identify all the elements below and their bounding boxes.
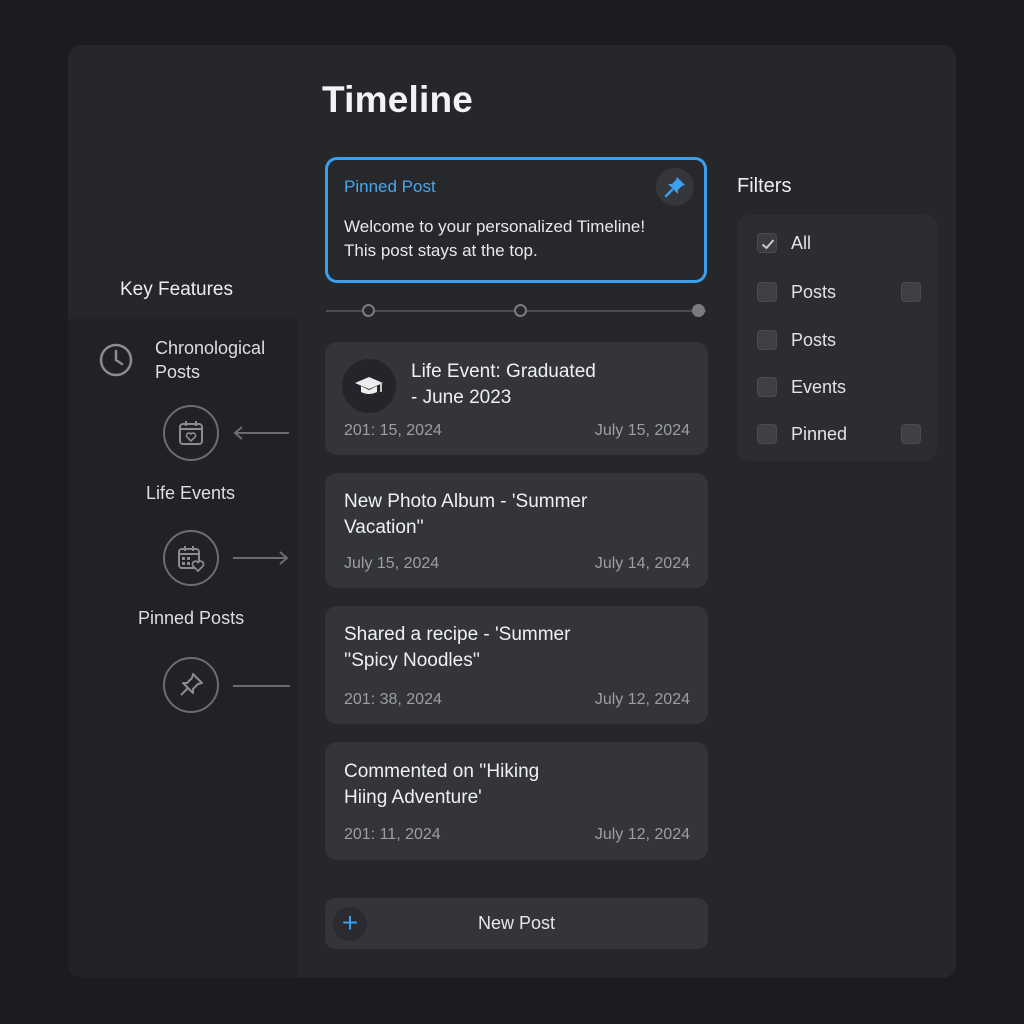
filter-secondary-checkbox[interactable] xyxy=(901,424,921,444)
timeline-post[interactable]: Shared a recipe - 'Summer ''Spicy Noodle… xyxy=(325,606,708,724)
post-title-line1: Commented on ''Hiking xyxy=(344,761,540,782)
post-date-left: 201: 15, 2024 xyxy=(344,422,442,439)
post-title-line2: ''Spicy Noodles'' xyxy=(344,650,480,671)
feature-pinned-posts: Pinned Posts xyxy=(138,608,245,628)
filter-label: Pinned xyxy=(791,424,848,444)
filter-posts[interactable]: Posts xyxy=(757,330,927,350)
filter-events[interactable]: Events xyxy=(757,377,927,397)
filter-secondary-checkbox[interactable] xyxy=(901,282,921,302)
timeline-post[interactable]: New Photo Album - 'Summer Vacation'' Jul… xyxy=(325,473,708,588)
progress-dot[interactable] xyxy=(514,304,527,317)
post-date-right: July 15, 2024 xyxy=(594,422,690,439)
key-features-title: Key Features xyxy=(120,279,233,300)
post-date-right: July 12, 2024 xyxy=(594,691,690,708)
feature-chronological-posts: Chronological Posts xyxy=(155,336,265,384)
check-icon xyxy=(761,239,775,250)
connector-line xyxy=(233,685,290,687)
post-title: Commented on ''Hiking Hiing Adventure' xyxy=(344,759,624,811)
post-title-line1: New Photo Album - 'Summer xyxy=(344,491,588,512)
graduation-cap-icon xyxy=(342,359,396,413)
post-title: Shared a recipe - 'Summer ''Spicy Noodle… xyxy=(344,622,624,674)
post-title-line1: Life Event: Graduated xyxy=(411,361,596,382)
post-date-left: 201: 38, 2024 xyxy=(344,691,442,708)
filter-checkbox[interactable] xyxy=(757,377,777,397)
feature-chronological-line2: Posts xyxy=(155,362,201,382)
filter-checkbox[interactable] xyxy=(757,330,777,350)
calendar-heart-icon xyxy=(163,405,219,461)
filter-checkbox[interactable] xyxy=(757,282,777,302)
filter-posts[interactable]: Posts xyxy=(757,282,927,302)
post-title-line1: Shared a recipe - 'Summer xyxy=(344,624,571,645)
filter-all[interactable]: All xyxy=(757,233,927,253)
pinned-post-label: Pinned Post xyxy=(344,177,436,196)
filter-label: All xyxy=(791,233,812,253)
arrow-right-icon xyxy=(233,551,289,565)
post-date-right: July 12, 2024 xyxy=(594,826,690,843)
new-post-label: New Post xyxy=(477,913,556,933)
post-title-line2: Vacation'' xyxy=(344,517,424,538)
pinned-post-card[interactable]: Pinned Post Welcome to your personalized… xyxy=(325,157,707,283)
pin-icon xyxy=(163,657,219,713)
filter-label: Posts xyxy=(791,330,837,350)
new-post-button[interactable]: + New Post xyxy=(325,898,708,949)
progress-dot[interactable] xyxy=(362,304,375,317)
timeline-post[interactable]: Commented on ''Hiking Hiing Adventure' 2… xyxy=(325,742,708,860)
pin-button[interactable] xyxy=(656,168,694,206)
arrow-left-icon xyxy=(233,426,289,440)
post-date-left: 201: 11, 2024 xyxy=(344,826,441,843)
clock-icon xyxy=(99,343,133,377)
filter-checkbox[interactable] xyxy=(757,233,777,253)
calendar-grid-heart-icon xyxy=(163,530,219,586)
filter-label: Posts xyxy=(791,282,837,302)
pin-icon xyxy=(664,177,685,198)
timeline-post[interactable]: Life Event: Graduated - June 2023 201: 1… xyxy=(325,342,708,455)
app-window: Timeline Key Features Chronological Post… xyxy=(68,45,956,978)
feature-life-events: Life Events xyxy=(146,483,236,503)
post-title: Life Event: Graduated - June 2023 xyxy=(411,359,691,411)
page-title: Timeline xyxy=(322,79,474,120)
filter-pinned[interactable]: Pinned xyxy=(757,424,927,444)
post-title: New Photo Album - 'Summer Vacation'' xyxy=(344,489,624,541)
post-title-line2: Hiing Adventure' xyxy=(344,787,482,808)
pinned-post-line2: This post stays at the top. xyxy=(344,241,538,260)
feature-chronological-line1: Chronological xyxy=(155,338,266,358)
timeline-progress xyxy=(326,304,706,317)
filter-label: Events xyxy=(791,377,847,397)
post-date-left: July 15, 2024 xyxy=(344,555,440,572)
pinned-post-line1: Welcome to your personalized Timeline! xyxy=(344,217,646,236)
pinned-post-text: Welcome to your personalized Timeline! T… xyxy=(344,215,684,263)
filters-panel: All Posts Posts Events Pinned xyxy=(737,215,937,461)
filter-checkbox[interactable] xyxy=(757,424,777,444)
progress-dot[interactable] xyxy=(692,304,705,317)
post-title-line2: - June 2023 xyxy=(411,387,512,408)
filters-title: Filters xyxy=(737,175,792,197)
post-date-right: July 14, 2024 xyxy=(594,555,690,572)
